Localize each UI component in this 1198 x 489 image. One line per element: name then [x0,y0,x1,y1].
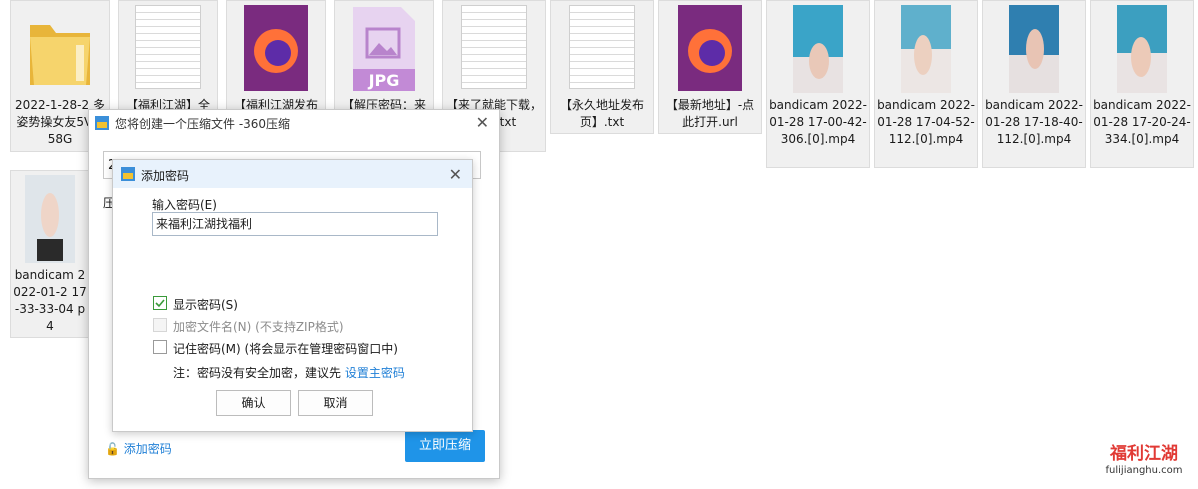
compress-now-button[interactable]: 立即压缩 [405,430,485,462]
video-thumbnail-icon [901,5,951,93]
file-tile-jpg[interactable]: JPG 【解压密码：来 [334,0,434,120]
file-name: 【最新地址】-点此打开.url [665,98,755,129]
file-tile-video2[interactable]: bandicam 2022-01-28 17-04-52-112.[0].mp4 [874,0,978,168]
video-thumbnail-icon [25,175,75,263]
add-password-link-text: 添加密码 [123,442,172,456]
compress-dialog-titlebar[interactable]: 您将创建一个压缩文件 -360压缩 ✕ [89,110,499,136]
file-tile-video1[interactable]: bandicam 2022-01-28 17-00-42-306.[0].mp4 [766,0,870,168]
file-name: bandicam 2022-01-28 17-04-52-112.[0].mp4 [877,98,975,146]
close-icon[interactable]: ✕ [449,167,462,183]
text-document-icon [569,5,635,89]
add-password-link[interactable]: 🔓 添加密码 [105,440,172,457]
remember-password-checkbox[interactable] [153,340,167,354]
security-note-text: 注：密码没有安全加密，建议先 [173,366,342,380]
show-password-checkbox[interactable] [153,296,167,310]
text-document-icon [135,5,201,89]
remember-password-label: 记住密码(M) (将会显示在管理密码窗口中) [173,342,398,356]
password-prompt-label: 输入密码(E) [152,198,217,212]
show-password-label: 显示密码(S) [173,298,238,312]
lock-icon: 🔓 [105,442,120,456]
password-input[interactable]: 来福利江湖找福利 [152,212,438,236]
set-master-password-link[interactable]: 设置主密码 [345,366,405,380]
watermark-domain: fulijianghu.com [1105,465,1183,476]
encrypt-filenames-checkbox[interactable] [153,318,167,332]
add-password-dialog: 添加密码 ✕ 输入密码(E) 来福利江湖找福利 显示密码(S) 加密文件名(N)… [112,159,473,432]
video-thumbnail-icon [1009,5,1059,93]
file-tile-firefox1[interactable]: 【福利江湖发布 [226,0,326,120]
archive-app-icon [95,116,109,130]
file-name: bandicam 2022-01-28 17-00-42-306.[0].mp4 [769,98,867,146]
archive-app-icon [121,167,135,181]
folder-icon [30,25,90,85]
video-thumbnail-icon [793,5,843,93]
watermark-logo: 福利江湖 [1110,444,1178,464]
file-name: bandicam 2022-01-2 17-33-33-04 p4 [13,268,87,333]
encrypt-filenames-label: 加密文件名(N) (不支持ZIP格式) [173,320,344,334]
file-name: bandicam 2022-01-28 17-20-24-334.[0].mp4 [1093,98,1191,146]
close-icon[interactable]: ✕ [476,115,489,131]
password-dialog-title: 添加密码 [141,169,190,183]
password-dialog-titlebar[interactable]: 添加密码 ✕ [113,160,472,188]
video-thumbnail-icon [1117,5,1167,93]
security-note: 注：密码没有安全加密，建议先 设置主密码 [173,364,405,381]
file-tile-video4[interactable]: bandicam 2022-01-28 17-20-24-334.[0].mp4 [1090,0,1194,168]
file-name: 【永久地址发布页】.txt [559,98,644,129]
jpg-badge: JPG [368,71,400,90]
image-file-icon: JPG [353,7,415,91]
file-name: bandicam 2022-01-28 17-18-40-112.[0].mp4 [985,98,1083,146]
file-tile-txt3[interactable]: 【永久地址发布页】.txt [550,0,654,134]
checkmark-icon [155,299,165,308]
text-document-icon [461,5,527,89]
cancel-button[interactable]: 取消 [298,390,373,416]
file-tile-firefox2[interactable]: 【最新地址】-点此打开.url [658,0,762,134]
firefox-icon [678,5,742,91]
file-tile-video5[interactable]: bandicam 2022-01-2 17-33-33-04 p4 [10,170,90,338]
compress-dialog-title: 您将创建一个压缩文件 -360压缩 [115,117,291,131]
firefox-icon [244,5,308,91]
ok-button[interactable]: 确认 [216,390,291,416]
file-tile-txt1[interactable]: 【福利江湖】全 [118,0,218,120]
site-watermark: 福利江湖 fulijianghu.com [1096,444,1192,478]
file-tile-video3[interactable]: bandicam 2022-01-28 17-18-40-112.[0].mp4 [982,0,1086,168]
